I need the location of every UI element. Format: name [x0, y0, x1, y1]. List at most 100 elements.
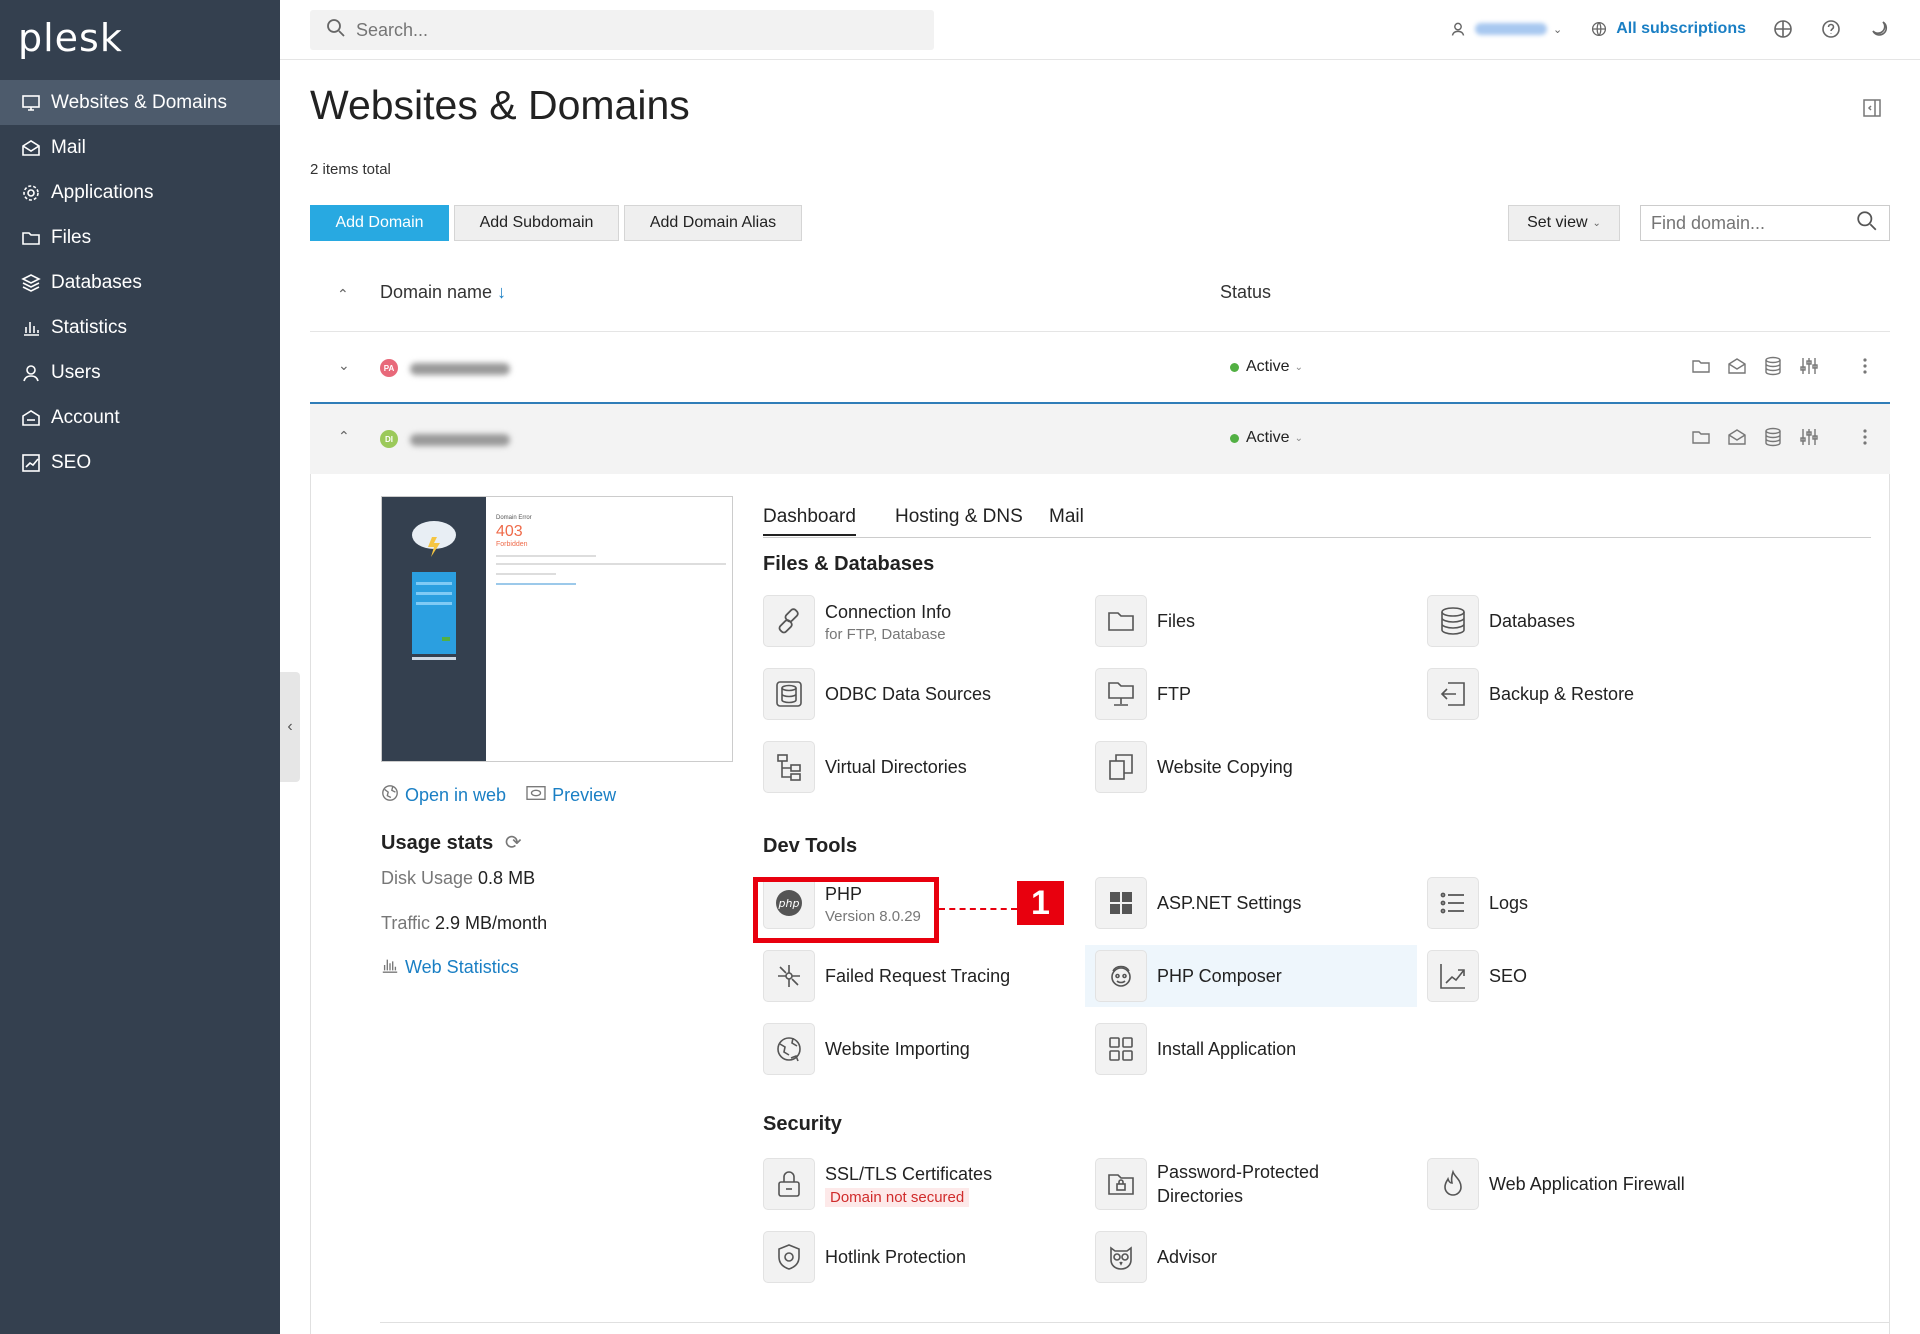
sidebar-item-label: Applications: [51, 181, 154, 203]
sidebar-item-applications[interactable]: Applications: [0, 170, 280, 215]
tool-ssl-certificates[interactable]: SSL/TLS Certificates Domain not secured: [763, 1153, 992, 1215]
tab-dashboard[interactable]: Dashboard: [763, 506, 856, 536]
tool-php-composer[interactable]: PHP Composer: [1085, 945, 1417, 1007]
divider: [380, 1322, 1890, 1323]
add-domain-button[interactable]: Add Domain: [310, 205, 449, 241]
domain-name-redacted[interactable]: [410, 363, 510, 375]
expand-row-icon[interactable]: ⌄: [338, 357, 350, 374]
tool-password-protected-directories[interactable]: Password-Protected Directories: [1095, 1153, 1319, 1215]
side-panel-toggle-icon[interactable]: [1862, 98, 1882, 118]
global-search[interactable]: [310, 10, 934, 50]
more-options-icon[interactable]: [1854, 426, 1876, 448]
tool-backup-restore[interactable]: Backup & Restore: [1427, 663, 1634, 725]
account-icon: [20, 407, 42, 429]
tool-databases[interactable]: Databases: [1427, 590, 1575, 652]
status-dropdown[interactable]: Active ⌄: [1230, 358, 1303, 376]
tool-label: Website Copying: [1157, 757, 1293, 777]
set-view-button[interactable]: Set view ⌄: [1508, 205, 1620, 241]
tool-label: Website Importing: [825, 1039, 970, 1059]
tool-odbc[interactable]: ODBC Data Sources: [763, 663, 991, 725]
sidebar-item-statistics[interactable]: Statistics: [0, 305, 280, 350]
column-domain-name[interactable]: Domain name ↓: [380, 282, 506, 303]
tool-files[interactable]: Files: [1095, 590, 1195, 652]
site-preview-thumbnail[interactable]: Domain Error 403 Forbidden: [381, 496, 733, 762]
tool-label-line2: Directories: [1157, 1186, 1244, 1206]
collapse-all-icon[interactable]: ⌃: [337, 286, 349, 303]
database-icon[interactable]: [1762, 355, 1784, 377]
open-in-web-link[interactable]: Open in web: [381, 784, 506, 807]
folder-icon[interactable]: [1690, 426, 1712, 448]
dark-mode-icon[interactable]: [1868, 18, 1890, 40]
globe-icon: [1588, 18, 1610, 40]
more-options-icon[interactable]: [1854, 355, 1876, 377]
extensions-icon[interactable]: [1772, 18, 1794, 40]
search-icon: [326, 18, 346, 43]
find-domain-box[interactable]: [1640, 205, 1890, 241]
tool-install-application[interactable]: Install Application: [1095, 1018, 1296, 1080]
sidebar-item-mail[interactable]: Mail: [0, 125, 280, 170]
sidebar-item-files[interactable]: Files: [0, 215, 280, 260]
monitor-icon: [20, 92, 42, 114]
tool-hotlink-protection[interactable]: Hotlink Protection: [763, 1226, 966, 1288]
tool-website-importing[interactable]: Website Importing: [763, 1018, 970, 1080]
sidebar-item-databases[interactable]: Databases: [0, 260, 280, 305]
thumb-title: Domain Error: [496, 515, 532, 521]
search-icon[interactable]: [1856, 210, 1878, 237]
user-menu[interactable]: ⌄: [1447, 18, 1562, 40]
status-dropdown[interactable]: Active ⌄: [1230, 429, 1303, 447]
find-domain-input[interactable]: [1651, 212, 1856, 234]
tool-label: Advisor: [1157, 1247, 1218, 1267]
tab-mail[interactable]: Mail: [1049, 506, 1084, 528]
seo-icon: [20, 452, 42, 474]
thumb-sidebar: [382, 497, 486, 761]
tab-hosting-dns[interactable]: Hosting & DNS: [895, 506, 1023, 528]
refresh-icon[interactable]: ⟳: [505, 832, 522, 854]
tool-connection-info[interactable]: Connection Info for FTP, Database: [763, 590, 951, 652]
sidebar-item-label: Files: [51, 226, 92, 248]
chevron-down-icon: ⌄: [1294, 432, 1303, 444]
nodes-icon: [763, 950, 815, 1002]
database-icon: [20, 272, 42, 294]
flame-icon: [1427, 1158, 1479, 1210]
plesk-logo[interactable]: plesk: [18, 16, 123, 60]
section-files-databases: Files & Databases: [763, 553, 935, 575]
mail-icon[interactable]: [1726, 355, 1748, 377]
tool-label: ODBC Data Sources: [825, 684, 992, 704]
add-domain-alias-button[interactable]: Add Domain Alias: [624, 205, 802, 241]
tool-website-copying[interactable]: Website Copying: [1095, 736, 1293, 798]
help-icon[interactable]: [1820, 18, 1842, 40]
tool-failed-request-tracing[interactable]: Failed Request Tracing: [763, 945, 1010, 1007]
preview-label: Preview: [552, 785, 617, 805]
tool-label: Logs: [1489, 893, 1529, 913]
chevron-left-icon: ‹: [287, 718, 293, 735]
sidebar-item-seo[interactable]: SEO: [0, 440, 280, 485]
tool-ftp[interactable]: FTP: [1095, 663, 1191, 725]
preview-link[interactable]: Preview: [526, 784, 616, 807]
search-input[interactable]: [356, 19, 916, 41]
settings-sliders-icon[interactable]: [1798, 426, 1820, 448]
seo-icon: [1427, 950, 1479, 1002]
sidebar-collapse-handle[interactable]: ‹: [280, 672, 300, 782]
tool-web-application-firewall[interactable]: Web Application Firewall: [1427, 1153, 1685, 1215]
tool-virtual-directories[interactable]: Virtual Directories: [763, 736, 967, 798]
add-subdomain-button[interactable]: Add Subdomain: [454, 205, 619, 241]
php-highlight-box: [753, 877, 939, 943]
tool-aspnet-settings[interactable]: ASP.NET Settings: [1095, 872, 1301, 934]
sidebar-item-users[interactable]: Users: [0, 350, 280, 395]
subscriptions-menu[interactable]: All subscriptions: [1588, 18, 1746, 40]
sidebar-item-account[interactable]: Account: [0, 395, 280, 440]
tool-advisor[interactable]: Advisor: [1095, 1226, 1217, 1288]
mail-icon[interactable]: [1726, 426, 1748, 448]
domain-name-redacted[interactable]: [410, 434, 510, 446]
items-total: 2 items total: [310, 161, 391, 178]
tool-seo[interactable]: SEO: [1427, 945, 1527, 1007]
folder-icon[interactable]: [1690, 355, 1712, 377]
collapse-row-icon[interactable]: ⌃: [338, 428, 350, 445]
settings-sliders-icon[interactable]: [1798, 355, 1820, 377]
chevron-down-icon: ⌄: [1294, 361, 1303, 373]
web-statistics-link[interactable]: Web Statistics: [381, 956, 519, 979]
sidebar-item-label: Mail: [51, 136, 86, 158]
database-icon[interactable]: [1762, 426, 1784, 448]
sidebar-item-websites-domains[interactable]: Websites & Domains: [0, 80, 280, 125]
tool-logs[interactable]: Logs: [1427, 872, 1528, 934]
